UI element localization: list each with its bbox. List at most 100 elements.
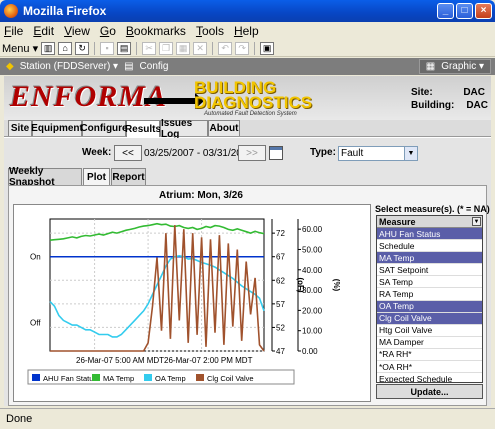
- tab-plot[interactable]: Plot: [83, 168, 110, 185]
- measure-item[interactable]: AHU Fan Status: [377, 228, 482, 241]
- tab-weekly-snapshot[interactable]: Weekly Snapshot: [8, 166, 82, 188]
- building-value: DAC: [466, 100, 488, 111]
- temp-tick-label: 62: [276, 276, 285, 285]
- pct-tick-label: 50.00: [302, 245, 323, 254]
- measure-list-header[interactable]: Measure ▼: [377, 216, 482, 228]
- calendar-icon[interactable]: [269, 146, 283, 160]
- graphic-label: Graphic ▾: [441, 61, 484, 72]
- page-content: ENFORMA BUILDING DIAGNOSTICS Automated F…: [4, 76, 491, 406]
- measure-select-label: Select measure(s). (* = NA): [375, 204, 490, 214]
- logo-diagnostics: DIAGNOSTICS: [194, 93, 313, 112]
- measure-item[interactable]: SAT Setpoint: [377, 264, 482, 277]
- menu-bar: File Edit View Go Bookmarks Tools Help: [0, 22, 495, 40]
- tab-issues-log[interactable]: Issues Log: [160, 118, 208, 140]
- x-tick-label: 26-Mar-07 2:00 PM MDT: [164, 356, 253, 365]
- measure-item[interactable]: *RA RH*: [377, 349, 482, 362]
- measure-item[interactable]: OA Temp: [377, 300, 482, 313]
- measure-item[interactable]: RA Temp: [377, 288, 482, 301]
- tab-about[interactable]: About: [208, 120, 240, 136]
- delete-icon[interactable]: ✕: [193, 41, 208, 55]
- measure-item[interactable]: Htg Coil Valve: [377, 325, 482, 337]
- page-setup-icon[interactable]: ▣: [260, 41, 275, 55]
- save-icon[interactable]: ▪: [100, 41, 115, 55]
- tab-report[interactable]: Report: [111, 168, 146, 185]
- redo-icon[interactable]: ↷: [235, 41, 250, 55]
- tab-site[interactable]: Site: [8, 120, 32, 136]
- sidebar-icon[interactable]: ▥: [41, 41, 56, 55]
- next-week-button[interactable]: >>: [238, 145, 266, 161]
- site-info: Site: DAC Building: DAC: [411, 86, 488, 112]
- legend-swatch-2: [144, 374, 152, 381]
- copy-icon[interactable]: ❐: [159, 41, 174, 55]
- measure-item[interactable]: MA Damper: [377, 337, 482, 349]
- navigation-toolbar: Menu ▾ ▥ ⌂ ↻ ▪ ▤ ✂ ❐ ▦ ✕ ↶ ↷ ▣: [0, 40, 495, 57]
- tab-configure[interactable]: Configure: [80, 120, 128, 136]
- pct-tick-label: 10.00: [302, 327, 323, 336]
- y-tick-label: On: [30, 253, 41, 262]
- measure-item[interactable]: Clg Coil Valve: [377, 312, 482, 325]
- window-title: Mozilla Firefox: [23, 4, 107, 18]
- sort-icon[interactable]: ▼: [472, 217, 481, 226]
- maximize-button[interactable]: □: [456, 3, 473, 19]
- home-icon[interactable]: ⌂: [58, 41, 73, 55]
- minimize-button[interactable]: _: [437, 3, 454, 19]
- main-nav-tabs: Site Equipment Configure Results Issues …: [4, 118, 491, 140]
- station-bookmark[interactable]: Station (FDDServer) ▾: [20, 61, 118, 72]
- undo-icon[interactable]: ↶: [218, 41, 233, 55]
- config-bookmark[interactable]: Config: [140, 61, 169, 72]
- update-button[interactable]: Update...: [376, 384, 483, 399]
- paste-icon[interactable]: ▦: [176, 41, 191, 55]
- measure-item[interactable]: *OA RH*: [377, 361, 482, 374]
- week-label: Week:: [82, 147, 112, 158]
- config-icon: ▤: [124, 61, 134, 72]
- pct-tick-label: 40.00: [302, 266, 323, 275]
- toolbar-separator: [212, 41, 214, 55]
- pct-axis-label: (%): [332, 279, 341, 292]
- legend-label: MA Temp: [103, 374, 134, 383]
- menu-edit[interactable]: Edit: [33, 24, 54, 38]
- pct-tick-label: 30.00: [302, 286, 323, 295]
- results-panel: Week: << 03/25/2007 - 03/31/2007 >> Type…: [4, 138, 491, 406]
- menu-file[interactable]: File: [4, 24, 23, 38]
- graphic-dropdown[interactable]: ▦ Graphic ▾: [418, 59, 491, 74]
- header-banner: ENFORMA BUILDING DIAGNOSTICS Automated F…: [4, 76, 491, 120]
- chevron-down-icon: ▼: [404, 147, 417, 160]
- close-button[interactable]: ×: [475, 3, 492, 19]
- menu-bookmarks[interactable]: Bookmarks: [126, 24, 186, 38]
- line-chart: OnOff726762575247(oF)60.0050.0040.0030.0…: [27, 218, 341, 385]
- toolbar-separator: [136, 41, 138, 55]
- measure-item[interactable]: SA Temp: [377, 276, 482, 289]
- prev-week-button[interactable]: <<: [114, 145, 142, 161]
- logo-tagline: Automated Fault Detection System: [204, 111, 297, 117]
- legend-label: OA Temp: [155, 374, 186, 383]
- pct-tick-label: 0.00: [302, 347, 318, 356]
- cut-icon[interactable]: ✂: [142, 41, 157, 55]
- print-preview-icon[interactable]: ▤: [117, 41, 132, 55]
- temp-tick-label: 52: [276, 323, 285, 332]
- menu-tools[interactable]: Tools: [196, 24, 224, 38]
- type-select[interactable]: Fault ▼: [338, 146, 418, 161]
- enforma-logo: ENFORMA: [10, 80, 168, 113]
- menu-view[interactable]: View: [64, 24, 90, 38]
- menu-go[interactable]: Go: [100, 24, 116, 38]
- menu-help[interactable]: Help: [234, 24, 259, 38]
- menu-dropdown-button[interactable]: Menu ▾: [2, 42, 38, 55]
- site-value: DAC: [463, 87, 485, 98]
- legend-label: Clg Coil Valve: [207, 374, 254, 383]
- pct-tick-label: 60.00: [302, 225, 323, 234]
- legend-label: AHU Fan Status: [43, 374, 97, 383]
- measure-list[interactable]: Measure ▼ AHU Fan Status Schedule MA Temp S…: [376, 215, 483, 383]
- week-selector: Week: << 03/25/2007 - 03/31/2007 >> Type…: [4, 144, 491, 162]
- tab-equipment[interactable]: Equipment: [31, 120, 83, 136]
- firefox-logo-icon: [4, 4, 18, 18]
- temp-tick-label: 67: [276, 253, 285, 262]
- tab-results[interactable]: Results: [125, 120, 161, 137]
- building-label: Building:: [411, 100, 455, 111]
- station-icon: ◆: [6, 61, 14, 72]
- reload-icon[interactable]: ↻: [75, 41, 90, 55]
- logo-arrow-icon: [144, 93, 204, 109]
- measure-item[interactable]: MA Temp: [377, 252, 482, 265]
- measure-item[interactable]: Schedule: [377, 240, 482, 253]
- pct-tick-label: 20.00: [302, 306, 323, 315]
- measure-item[interactable]: Expected Schedule: [377, 373, 482, 382]
